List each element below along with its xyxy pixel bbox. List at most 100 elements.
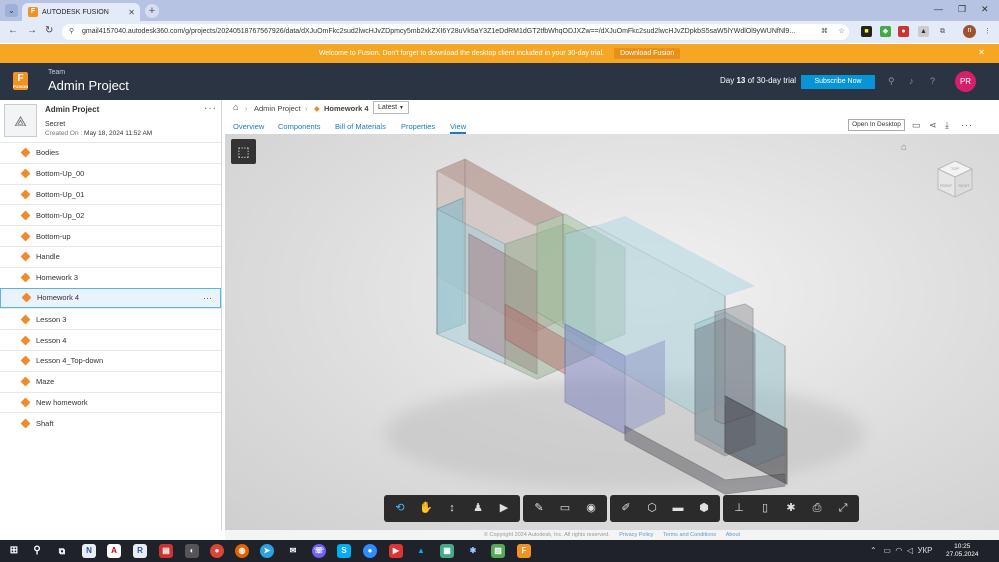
back-icon[interactable]: ← — [8, 25, 18, 36]
app-icon[interactable]: R — [133, 544, 147, 558]
folder-icon[interactable]: ▬ — [665, 495, 691, 522]
app-icon[interactable]: ▤ — [159, 544, 173, 558]
model-structure-icon[interactable]: ⊥ — [726, 495, 752, 522]
file-list-item[interactable]: Lesson 4_Top-down — [0, 349, 221, 371]
acrobat-icon[interactable]: A — [107, 544, 121, 558]
chrome-icon[interactable]: ● — [210, 544, 224, 558]
document-browser-icon[interactable]: ▯ — [752, 495, 778, 522]
3d-model-render[interactable] — [225, 134, 999, 530]
comments-icon[interactable]: ▭ — [912, 120, 921, 131]
first-person-icon[interactable]: ♟ — [465, 495, 491, 522]
download-fusion-button[interactable]: Download Fusion — [614, 48, 681, 59]
file-list-item[interactable]: Bodies — [0, 142, 221, 163]
bluetooth-icon[interactable]: ✱ — [466, 544, 480, 558]
page-title[interactable]: Admin Project — [48, 78, 129, 93]
app-icon[interactable]: ▧ — [491, 544, 505, 558]
fullscreen-icon[interactable]: ⤢ — [830, 495, 856, 522]
forward-icon[interactable]: → — [27, 25, 37, 36]
file-list-item[interactable]: Homework 3 — [0, 266, 221, 288]
model-viewer[interactable]: ⬚ ⌂ TOP FRONT RIGHT ⟲ ✋ ↕ ♟ ▶ ✎ ▭ ◉ ✐ ⬡ … — [225, 134, 999, 530]
firefox-icon[interactable]: ◍ — [235, 544, 249, 558]
open-in-desktop-button[interactable]: Open In Desktop — [848, 119, 905, 131]
breadcrumb-project[interactable]: Admin Project — [254, 104, 301, 113]
pan-icon[interactable]: ✋ — [413, 495, 439, 522]
tab-components[interactable]: Components — [278, 122, 321, 131]
orbit-icon[interactable]: ⟲ — [387, 495, 413, 522]
viewcube[interactable]: TOP FRONT RIGHT — [934, 158, 976, 200]
zoom-app-icon[interactable]: ● — [363, 544, 377, 558]
file-list-item[interactable]: New homework — [0, 391, 221, 413]
search-icon[interactable]: ⚲ — [30, 544, 44, 558]
file-list-item[interactable]: Bottom-up — [0, 225, 221, 246]
tab-bill-of-materials[interactable]: Bill of Materials — [335, 122, 386, 131]
terms-link[interactable]: Terms and Conditions — [663, 532, 716, 538]
skype-icon[interactable]: S — [337, 544, 351, 558]
minimize-icon[interactable]: — — [934, 4, 943, 14]
clock[interactable]: 10:25 27.05.2024 — [946, 543, 979, 559]
browser-menu-icon[interactable]: ⋮ — [982, 26, 993, 37]
home-icon[interactable]: ⌂ — [233, 102, 238, 112]
chevron-up-icon[interactable]: ⌃ — [870, 546, 877, 555]
extension-icon[interactable]: ● — [898, 26, 909, 37]
file-list-item[interactable]: Bottom-Up_01 — [0, 183, 221, 205]
app-icon[interactable]: ✉ — [286, 544, 300, 558]
close-window-icon[interactable]: ✕ — [981, 4, 989, 15]
file-list-item[interactable]: Handle — [0, 245, 221, 267]
file-list-item[interactable]: Homework 4 ··· — [0, 287, 221, 309]
restore-icon[interactable]: ❐ — [958, 4, 966, 15]
search-icon[interactable]: ⚲ — [888, 76, 895, 87]
viber-icon[interactable]: ☏ — [312, 544, 326, 558]
extension-icon[interactable]: ◆ — [880, 26, 891, 37]
tab-view[interactable]: View — [450, 122, 467, 134]
telegram-icon[interactable]: ➤ — [260, 544, 274, 558]
view-mode-cube-icon[interactable]: ⬚ — [231, 139, 256, 164]
extension-icon[interactable]: ▲ — [918, 26, 929, 37]
volume-icon[interactable]: ◁ — [907, 546, 913, 555]
calculator-icon[interactable]: ▦ — [440, 544, 454, 558]
wifi-icon[interactable]: ◠ — [895, 546, 902, 555]
app-icon[interactable]: ◐ — [185, 544, 199, 558]
more-options-icon[interactable]: ··· — [961, 120, 973, 130]
file-list-item[interactable]: Maze — [0, 370, 221, 392]
privacy-link[interactable]: Privacy Policy — [619, 532, 653, 538]
fusion-taskbar-icon[interactable]: F — [517, 544, 531, 558]
address-bar[interactable]: ⚲ gmail4157040.autodesk360.com/g/project… — [62, 24, 849, 40]
camera-icon[interactable]: ▶ — [491, 495, 517, 522]
file-list-item[interactable]: Bottom-Up_02 — [0, 204, 221, 225]
network-icon[interactable]: ▭ — [883, 546, 891, 555]
language-indicator[interactable]: УКР — [917, 546, 932, 555]
properties-icon[interactable]: ⬢ — [691, 495, 717, 522]
translate-icon[interactable]: ⌘ — [819, 26, 830, 37]
fusion-logo-icon[interactable]: F FUSION — [13, 72, 28, 90]
measure-icon[interactable]: ✐ — [613, 495, 639, 522]
app-icon[interactable]: ▶ — [389, 544, 403, 558]
home-view-icon[interactable]: ⌂ — [901, 142, 907, 153]
site-info-icon[interactable]: ⚲ — [69, 24, 74, 40]
tab-properties[interactable]: Properties — [401, 122, 435, 131]
tab-search-icon[interactable]: ⌄ — [5, 4, 18, 17]
section-icon[interactable]: ▭ — [552, 495, 578, 522]
file-list-item[interactable]: Lesson 4 — [0, 329, 221, 350]
task-view-icon[interactable]: ⧉ — [55, 544, 69, 558]
app-icon[interactable]: ▲ — [414, 544, 428, 558]
close-tab-icon[interactable]: ✕ — [128, 8, 135, 17]
avatar[interactable]: PR — [955, 71, 976, 92]
new-tab-icon[interactable]: + — [145, 4, 159, 18]
file-list-item[interactable]: Shaft — [0, 412, 221, 433]
print-icon[interactable]: ⎙ — [804, 495, 830, 522]
file-list-item[interactable]: Lesson 3 — [0, 308, 221, 329]
project-more-icon[interactable]: ··· — [204, 103, 217, 114]
browser-tab[interactable]: F AUTODESK FUSION ✕ — [22, 3, 140, 21]
zoom-icon[interactable]: ↕ — [439, 495, 465, 522]
help-icon[interactable]: ? — [930, 76, 935, 86]
app-icon[interactable]: N — [82, 544, 96, 558]
extensions-puzzle-icon[interactable]: ⧉ — [937, 26, 948, 37]
download-icon[interactable]: ⤓ — [945, 120, 949, 131]
share-icon[interactable]: ⋖ — [929, 120, 937, 131]
subscribe-now-button[interactable]: Subscribe Now — [801, 75, 875, 89]
model-browser-icon[interactable]: ⬡ — [639, 495, 665, 522]
notifications-bell-icon[interactable]: ♪ — [909, 76, 914, 86]
markup-icon[interactable]: ✎ — [526, 495, 552, 522]
bookmark-star-icon[interactable]: ☆ — [836, 26, 847, 37]
extension-icon[interactable]: ■ — [861, 26, 872, 37]
